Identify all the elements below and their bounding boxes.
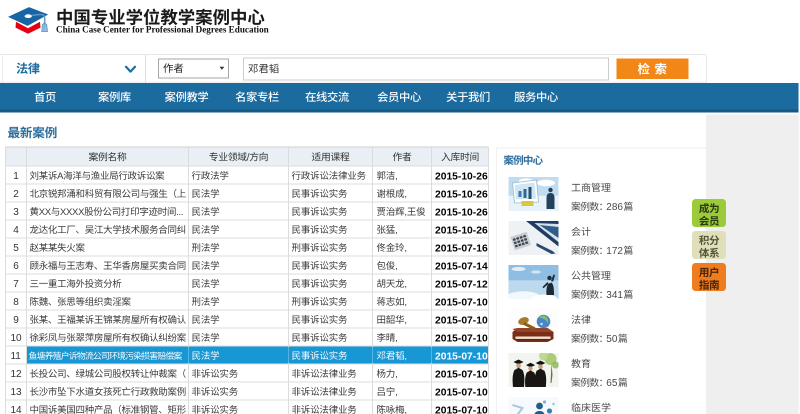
svg-text:286: 286 bbox=[606, 202, 623, 213]
svg-text:14: 14 bbox=[10, 405, 22, 414]
svg-text:,: , bbox=[395, 261, 397, 272]
svg-text:2015-07-10: 2015-07-10 bbox=[435, 333, 488, 344]
svg-text:172: 172 bbox=[606, 246, 623, 257]
svg-text:7: 7 bbox=[13, 279, 19, 290]
svg-text:10: 10 bbox=[10, 333, 22, 344]
svg-text:,: , bbox=[395, 369, 397, 380]
svg-text:2015-07-10: 2015-07-10 bbox=[435, 405, 488, 414]
svg-text:,: , bbox=[395, 387, 397, 398]
svg-text:2015-07-14: 2015-07-14 bbox=[435, 261, 488, 272]
svg-text:XXXX: XXXX bbox=[60, 207, 85, 218]
svg-text:...: ... bbox=[176, 207, 183, 218]
svg-text:65: 65 bbox=[606, 378, 618, 389]
svg-text:2015-07-10: 2015-07-10 bbox=[435, 369, 488, 380]
svg-text:341: 341 bbox=[606, 290, 623, 301]
svg-text:13: 13 bbox=[10, 387, 22, 398]
svg-text:,: , bbox=[404, 297, 406, 308]
svg-text:,: , bbox=[395, 333, 397, 344]
svg-text:,: , bbox=[404, 315, 406, 326]
svg-text:3: 3 bbox=[13, 207, 19, 218]
svg-text:China Case Center for Professi: China Case Center for Professional Degre… bbox=[56, 25, 269, 35]
svg-text:,: , bbox=[404, 351, 406, 362]
svg-text:A: A bbox=[57, 171, 64, 182]
svg-text:2015-10-26: 2015-10-26 bbox=[435, 225, 488, 236]
svg-text:,: , bbox=[404, 243, 406, 254]
svg-text:50: 50 bbox=[606, 334, 618, 345]
svg-text:6: 6 bbox=[13, 261, 19, 272]
svg-text:2015-07-12: 2015-07-12 bbox=[435, 279, 488, 290]
svg-text:2015-07-10: 2015-07-10 bbox=[435, 351, 488, 362]
svg-text:,: , bbox=[404, 405, 406, 414]
svg-text:2015-10-26: 2015-10-26 bbox=[435, 189, 488, 200]
svg-text:,: , bbox=[395, 171, 397, 182]
svg-text:,: , bbox=[404, 279, 406, 290]
svg-text:2015-07-10: 2015-07-10 bbox=[435, 297, 488, 308]
svg-text:5: 5 bbox=[13, 243, 19, 254]
svg-text:,: , bbox=[404, 189, 406, 200]
svg-text:11: 11 bbox=[10, 351, 21, 362]
svg-text:12: 12 bbox=[10, 369, 22, 380]
svg-text:2015-10-26: 2015-10-26 bbox=[435, 207, 488, 218]
svg-text:8: 8 bbox=[13, 297, 19, 308]
svg-text:,: , bbox=[395, 225, 397, 236]
svg-text:,: , bbox=[404, 207, 406, 218]
svg-text:1: 1 bbox=[13, 171, 19, 182]
svg-text:2015-07-10: 2015-07-10 bbox=[435, 387, 488, 398]
svg-text:2015-07-10: 2015-07-10 bbox=[435, 315, 488, 326]
svg-text:9: 9 bbox=[13, 315, 19, 326]
svg-text:2015-07-16: 2015-07-16 bbox=[435, 243, 488, 254]
svg-text:4: 4 bbox=[13, 225, 19, 236]
svg-text:2: 2 bbox=[13, 189, 19, 200]
svg-text:XX: XX bbox=[39, 207, 52, 218]
svg-text:2015-10-26: 2015-10-26 bbox=[435, 171, 488, 182]
